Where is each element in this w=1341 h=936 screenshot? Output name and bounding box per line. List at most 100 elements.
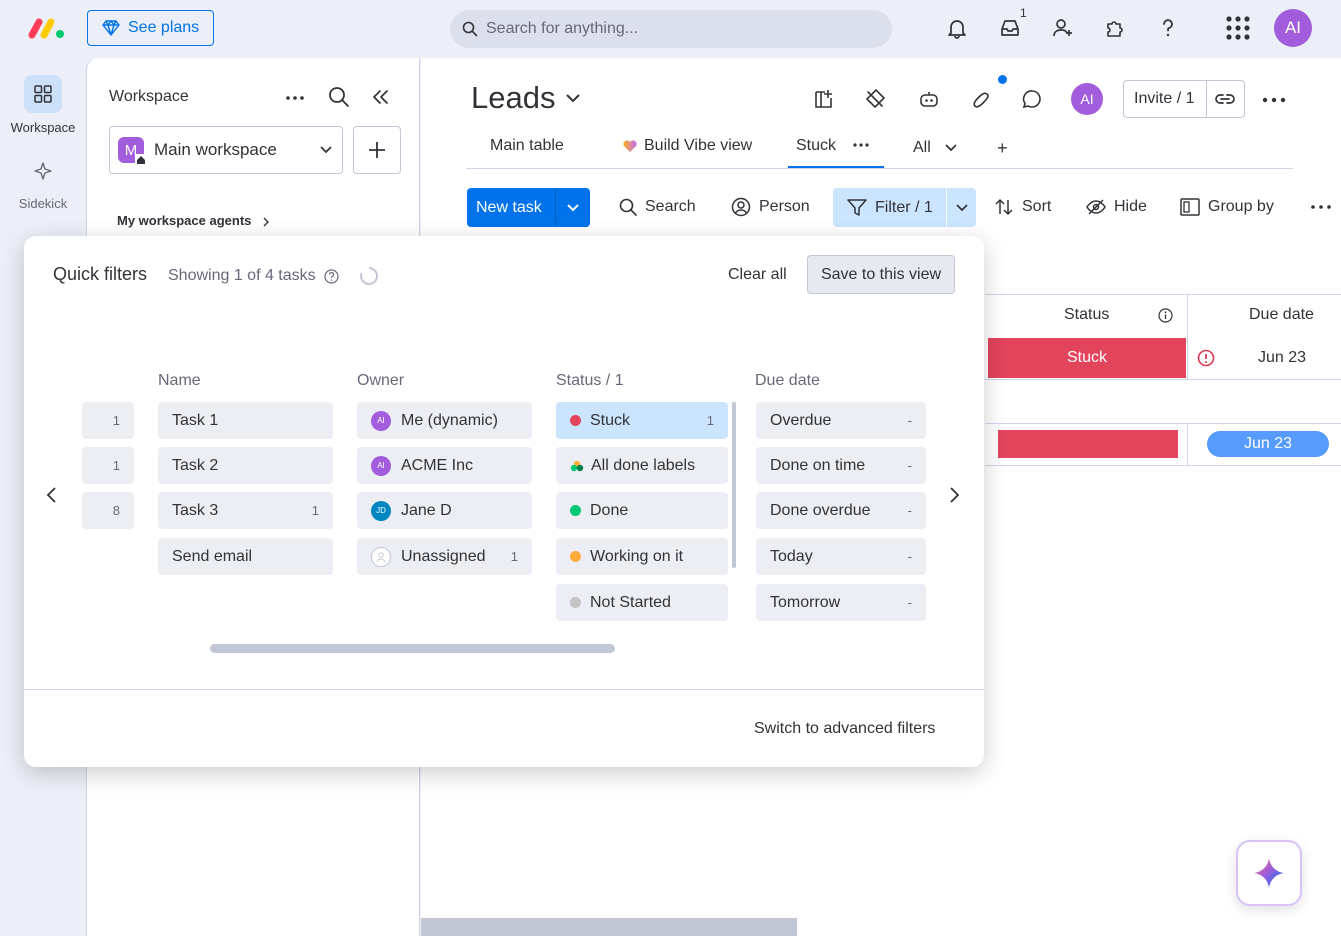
tab-all[interactable]: All [913,139,957,157]
sparkle-icon[interactable] [33,161,53,181]
person-filter-button[interactable]: Person [731,196,810,218]
filter-chip-task-1[interactable]: Task 1 [158,402,333,439]
filter-column-header-owner: Owner [357,372,405,389]
tab-stuck[interactable]: Stuck [796,137,836,155]
table-border [985,379,1341,380]
workspace-agents-link[interactable]: My workspace agents [117,213,270,228]
automations-icon[interactable] [968,86,994,112]
status-dot [570,597,581,608]
filter-chip-jane[interactable]: JD Jane D [357,492,532,529]
workspace-selector[interactable]: M Main workspace [109,126,343,174]
advanced-filters-link[interactable]: Switch to advanced filters [754,720,935,738]
filter-chip-tomorrow[interactable]: Tomorrow - [756,584,926,621]
invite-people-icon[interactable] [1049,14,1077,42]
invite-button[interactable]: Invite / 1 [1123,80,1245,118]
filter-chip-overdue[interactable]: Overdue - [756,402,926,439]
status-dot [570,505,581,516]
add-view-button[interactable]: + [997,138,1008,159]
save-to-view-button[interactable]: Save to this view [807,255,955,294]
monday-logo-icon[interactable] [28,16,66,40]
unassigned-person-icon [371,546,391,567]
filter-chip-task-3[interactable]: Task 31 [158,492,333,529]
column-header-due-date[interactable]: Due date [1249,306,1314,324]
board-layout-icon[interactable] [811,86,837,112]
tab-main-table[interactable]: Main table [490,137,564,155]
more-options-icon[interactable] [285,88,305,108]
chevron-down-icon[interactable] [946,188,976,227]
filter-chip-done-overdue[interactable]: Done overdue - [756,492,926,529]
inbox-count-badge: 1 [1020,6,1027,20]
tabs-divider [466,168,1293,169]
board-horizontal-scrollbar[interactable] [421,918,797,936]
chevron-right-icon[interactable] [948,486,962,504]
integrations-icon[interactable] [862,86,888,112]
sort-button[interactable]: Sort [994,196,1051,218]
global-search-input[interactable]: Search for anything... [450,10,892,48]
search-button[interactable]: Search [619,196,696,218]
clear-all-button[interactable]: Clear all [728,266,787,284]
overdue-alert-icon [1197,349,1215,367]
filter-chip-done[interactable]: Done [556,492,728,529]
filter-chip-me[interactable]: AI Me (dynamic) [357,402,532,439]
more-options-icon[interactable] [1262,90,1286,110]
filter-chip-send-email[interactable]: Send email [158,538,333,575]
diamond-icon [102,20,120,36]
search-icon [462,21,478,37]
chevron-left-icon[interactable] [44,486,58,504]
filter-chip-partial[interactable]: 1 [82,447,134,484]
board-member-avatar[interactable]: AI [1071,83,1103,115]
help-icon[interactable] [1154,14,1182,42]
filter-chip-not-started[interactable]: Not Started [556,584,728,621]
filter-chip-partial[interactable]: 1 [82,402,134,439]
filter-chip-today[interactable]: Today - [756,538,926,575]
tab-options-icon[interactable] [853,140,869,150]
home-icon [135,154,147,166]
avatar: AI [371,455,391,476]
table-border [985,465,1341,466]
filter-chip-done-on-time[interactable]: Done on time - [756,447,926,484]
group-by-button[interactable]: Group by [1180,196,1274,218]
filter-button[interactable]: Filter / 1 [833,188,976,227]
bell-icon[interactable] [943,14,971,42]
comment-icon[interactable] [1019,86,1045,112]
column-header-status[interactable]: Status [1064,306,1109,324]
hide-button[interactable]: Hide [1086,196,1147,218]
robot-icon[interactable] [916,86,942,112]
search-icon[interactable] [328,86,350,108]
see-plans-button[interactable]: See plans [87,10,214,46]
filter-chip-acme[interactable]: AI ACME Inc [357,447,532,484]
ai-assistant-button[interactable] [1236,840,1302,906]
add-button[interactable] [353,126,401,174]
more-toolbar-icon[interactable] [1310,201,1332,213]
eye-off-icon [1086,199,1106,215]
grid-menu-icon[interactable] [1224,14,1252,42]
status-cell[interactable]: Stuck [988,338,1186,378]
info-icon[interactable] [1158,308,1173,323]
workspace-name: Main workspace [154,140,277,159]
apps-puzzle-icon[interactable] [1101,14,1129,42]
group-by-icon [1180,198,1200,216]
rail-sidekick-label[interactable]: Sidekick [0,196,86,211]
board-title[interactable]: Leads [471,80,581,116]
filter-chip-task-2[interactable]: Task 2 [158,447,333,484]
horizontal-scrollbar[interactable] [210,644,615,653]
filter-icon [847,198,867,217]
filter-chip-working[interactable]: Working on it [556,538,728,575]
collapse-panel-icon[interactable] [371,87,391,107]
help-icon[interactable] [324,268,339,284]
filter-chip-stuck[interactable]: Stuck 1 [556,402,728,439]
new-task-button[interactable]: New task [467,188,590,227]
quick-filters-title: Quick filters [53,264,148,284]
due-date-summary-pill: Jun 23 [1207,431,1329,457]
filter-chip-unassigned[interactable]: Unassigned 1 [357,538,532,575]
chevron-down-icon[interactable] [555,188,590,227]
status-column-scrollbar[interactable] [732,402,736,568]
tab-build-vibe-view[interactable]: Build Vibe view [622,137,752,155]
user-avatar[interactable]: AI [1274,9,1312,47]
due-date-cell[interactable]: Jun 23 [1258,349,1306,367]
filter-chip-all-done[interactable]: All done labels [556,447,728,484]
workspace-rail-button[interactable] [24,75,62,113]
link-icon[interactable] [1207,92,1243,106]
rail-workspace-label[interactable]: Workspace [0,120,86,135]
filter-chip-partial[interactable]: 8 [82,492,134,529]
